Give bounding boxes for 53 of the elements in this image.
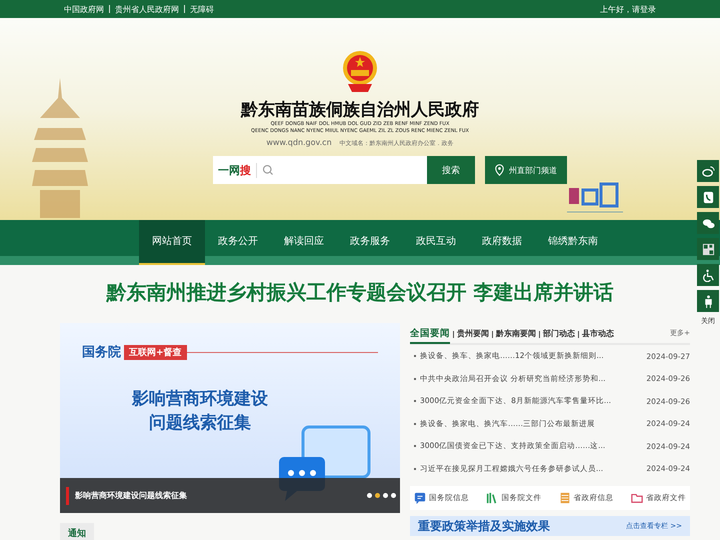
top-link[interactable]: 贵州省人民政府网 xyxy=(115,4,179,14)
carousel-slide[interactable]: 国务院 互联网+督查 影响营商环境建设 问题线索征集 影响营商环境建设问题线索征集 xyxy=(60,323,400,513)
accessibility-button[interactable] xyxy=(697,264,719,286)
nav-tab[interactable]: 锦绣黔东南 xyxy=(535,220,611,265)
slide-title-text: 问题线索征集 xyxy=(149,412,251,435)
search-field[interactable]: 一网搜 xyxy=(213,156,427,184)
carousel-dot[interactable] xyxy=(391,493,396,498)
qrcode-button[interactable] xyxy=(697,238,719,260)
slide-org-text: 国务院 xyxy=(82,344,121,361)
site-title: 黔东南苗族侗族自治州人民政府 xyxy=(241,99,479,121)
policy-title: 重要政策举措及实施效果 xyxy=(418,518,550,534)
chat-icon xyxy=(414,492,426,504)
carousel-dot[interactable] xyxy=(367,493,372,498)
nav-tab[interactable]: 政务服务 xyxy=(337,220,403,265)
slide-tag: 互联网+督查 xyxy=(124,344,187,360)
list-icon xyxy=(558,492,571,504)
nav-tab[interactable]: 政民互动 xyxy=(403,220,469,265)
emblem-icon xyxy=(340,50,380,94)
news-tab[interactable]: 县市动态 xyxy=(582,328,614,338)
search-button[interactable]: 搜索 xyxy=(427,156,475,184)
qrcode-icon xyxy=(702,242,714,256)
phone-icon xyxy=(702,190,714,204)
books-icon xyxy=(486,492,498,504)
folder-icon xyxy=(630,492,643,504)
news-tab[interactable]: 全国要闻 xyxy=(410,326,450,344)
phone-button[interactable] xyxy=(697,186,719,208)
wechat-button[interactable] xyxy=(697,212,719,234)
carousel-dot[interactable] xyxy=(383,493,388,498)
location-pin-icon xyxy=(495,164,504,176)
top-link[interactable]: 无障碍 xyxy=(190,4,214,14)
nav-tab[interactable]: 政务公开 xyxy=(205,220,271,265)
nav-tab[interactable]: 政府数据 xyxy=(469,220,535,265)
accessibility-icon xyxy=(702,268,714,282)
login-link[interactable]: 上午好，请登录 xyxy=(600,4,656,14)
search-brand: 一网搜 xyxy=(218,162,257,178)
nav-tab[interactable]: 网站首页 xyxy=(139,220,205,265)
wechat-icon xyxy=(702,216,714,230)
news-tab[interactable]: 黔东南要闻 xyxy=(496,328,536,338)
nav-tab[interactable]: 解读回应 xyxy=(271,220,337,265)
domain-text: www.qdn.gov.cn xyxy=(266,138,332,147)
slide-title-text: 影响营商环境建设 xyxy=(132,388,268,411)
carousel-dot[interactable] xyxy=(375,493,380,498)
news-tab[interactable]: 贵州要闻 xyxy=(457,328,489,338)
slide-caption: 影响营商环境建设问题线索征集 xyxy=(75,490,188,501)
notice-label: 通知 xyxy=(60,523,94,540)
elder-button[interactable] xyxy=(697,290,719,312)
news-tab[interactable]: 部门动态 xyxy=(543,328,575,338)
headline-link[interactable]: 黔东南州推进乡村振兴工作专题会议召开 李建出席并讲话 xyxy=(0,279,720,313)
channel-button[interactable]: 州直部门频道 xyxy=(485,156,567,184)
top-link[interactable]: 中国政府网 xyxy=(64,4,104,14)
weibo-button[interactable] xyxy=(697,160,719,182)
weibo-icon xyxy=(702,164,714,178)
search-icon xyxy=(262,164,274,176)
